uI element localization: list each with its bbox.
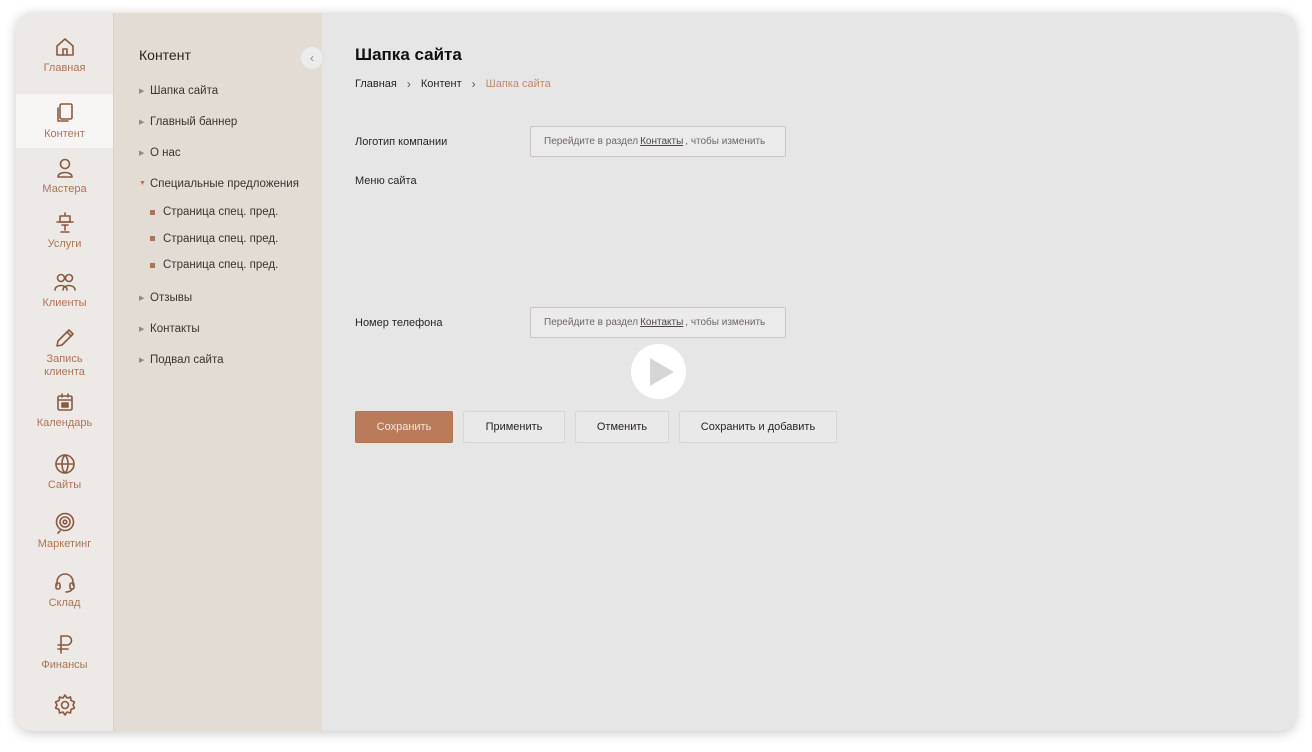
phone-hint-suffix: , чтобы изменить — [685, 317, 766, 328]
nav-item-finance[interactable]: Финансы — [16, 623, 113, 685]
nav-item-booking[interactable]: Запись клиента — [16, 320, 113, 386]
contacts-link[interactable]: Контакты — [640, 136, 683, 147]
tree-title: Контент — [139, 47, 191, 63]
person-icon — [53, 156, 77, 180]
nav-label: Мастера — [42, 183, 87, 195]
caret-down-icon: ▼ — [139, 180, 146, 187]
save-button[interactable]: Сохранить — [355, 411, 453, 443]
app-window: Главная Контент Мастера Услуги Клиенты З… — [16, 13, 1296, 731]
save-and-add-button[interactable]: Сохранить и добавить — [679, 411, 837, 443]
nav-label: Маркетинг — [37, 538, 92, 550]
gear-icon — [53, 693, 77, 717]
cancel-button[interactable]: Отменить — [575, 411, 669, 443]
tree-item-label: Главный баннер — [150, 115, 238, 128]
people-icon — [53, 270, 77, 294]
tree-subitem-label: Страница спец. пред. — [163, 206, 279, 219]
nav-label: Запись клиента — [44, 353, 85, 378]
nav-label: Услуги — [47, 238, 82, 250]
phone-hint-text: Перейдите в раздел — [544, 317, 639, 328]
play-video-button[interactable] — [631, 344, 686, 399]
nav-label: Финансы — [41, 659, 88, 671]
breadcrumb: Главная › Контент › Шапка сайта — [355, 77, 1296, 91]
tree-item-main-banner[interactable]: ▶ Главный баннер — [139, 106, 322, 137]
nav-label: Главная — [43, 62, 86, 74]
nav-item-sites[interactable]: Сайты — [16, 444, 113, 503]
page-title: Шапка сайта — [355, 45, 462, 64]
contacts-link[interactable]: Контакты — [640, 317, 683, 328]
logo-hint-text: Перейдите в раздел — [544, 136, 639, 147]
breadcrumb-content[interactable]: Контент — [421, 78, 462, 90]
tree-subitem-offer-page[interactable]: Страница спец. пред. — [139, 252, 322, 279]
target-icon — [53, 511, 77, 535]
nav-label: Контент — [44, 128, 85, 140]
nav-item-settings[interactable] — [16, 685, 113, 725]
caret-right-icon: ▶ — [139, 295, 145, 302]
caret-right-icon: ▶ — [139, 87, 145, 95]
nav-item-calendar[interactable]: Календарь — [16, 386, 113, 444]
tree-item-contacts[interactable]: ▶ Контакты — [139, 314, 322, 345]
tree-item-special-offers[interactable]: ▼ Специальные предложения — [139, 168, 322, 199]
tree-subitem-offer-page[interactable]: Страница спец. пред. — [139, 199, 322, 226]
caret-right-icon: ▶ — [139, 149, 145, 157]
main-content: Шапка сайта Главная › Контент › Шапка са… — [322, 13, 1296, 731]
logo-field-row: Логотип компании Перейдите в раздел Конт… — [355, 126, 786, 157]
tree-item-about[interactable]: ▶ О нас — [139, 137, 322, 168]
tree-subitem-label: Страница спец. пред. — [163, 259, 279, 272]
collapse-panel-button[interactable]: ‹ — [300, 46, 324, 70]
nav-label: Сайты — [47, 479, 82, 491]
tree-subitem-offer-page[interactable]: Страница спец. пред. — [139, 226, 322, 253]
chevron-left-icon: ‹ — [310, 51, 314, 65]
headset-icon — [53, 570, 77, 594]
breadcrumb-current: Шапка сайта — [485, 78, 551, 90]
pencil-icon — [53, 326, 77, 350]
nav-item-masters[interactable]: Мастера — [16, 148, 113, 202]
phone-field[interactable]: Перейдите в раздел Контакты , чтобы изме… — [530, 307, 786, 338]
home-icon — [53, 35, 77, 59]
nav-label: Клиенты — [42, 297, 87, 309]
bullet-icon — [150, 209, 155, 215]
tree-item-label: Подвал сайта — [150, 354, 224, 366]
phone-field-row: Номер телефона Перейдите в раздел Контак… — [355, 307, 786, 338]
nav-item-home[interactable]: Главная — [16, 35, 113, 94]
nav-label: Склад — [48, 597, 81, 609]
breadcrumb-separator: › — [406, 77, 411, 91]
ruble-icon — [53, 632, 77, 656]
nav-item-marketing[interactable]: Маркетинг — [16, 503, 113, 562]
tree-subitem-label: Страница спец. пред. — [163, 232, 279, 245]
tree-item-footer[interactable]: ▶ Подвал сайта — [139, 345, 322, 376]
apply-button[interactable]: Применить — [463, 411, 565, 443]
tree-item-label: Контакты — [150, 323, 200, 335]
tree-item-reviews[interactable]: ▶ Отзывы — [139, 283, 322, 314]
nav-item-clients[interactable]: Клиенты — [16, 261, 113, 320]
nav-item-content[interactable]: Контент — [16, 94, 113, 148]
tree-item-header[interactable]: ▶ Шапка сайта — [139, 75, 322, 106]
tree-item-label: Шапка сайта — [150, 84, 219, 97]
nav-item-warehouse[interactable]: Склад — [16, 562, 113, 623]
nav-label: Календарь — [36, 417, 93, 429]
phone-label: Номер телефона — [355, 316, 443, 329]
tree-item-label: Специальные предложения — [150, 177, 299, 190]
tree-item-label: О нас — [150, 146, 181, 159]
chair-icon — [53, 211, 77, 235]
caret-right-icon: ▶ — [139, 118, 145, 126]
bullet-icon — [150, 236, 155, 242]
breadcrumb-home[interactable]: Главная — [355, 78, 397, 90]
logo-field[interactable]: Перейдите в раздел Контакты , чтобы изме… — [530, 126, 786, 157]
logo-label: Логотип компании — [355, 135, 448, 148]
form-actions: Сохранить Применить Отменить Сохранить и… — [355, 411, 837, 443]
breadcrumb-separator: › — [471, 77, 476, 91]
calendar-icon — [53, 390, 77, 414]
pages-icon — [53, 101, 77, 125]
globe-icon — [53, 452, 77, 476]
nav-item-services[interactable]: Услуги — [16, 202, 113, 261]
tree-item-label: Отзывы — [150, 292, 193, 304]
main-nav: Главная Контент Мастера Услуги Клиенты З… — [16, 13, 114, 731]
logo-hint-suffix: , чтобы изменить — [685, 136, 766, 147]
play-icon — [649, 357, 674, 386]
menu-label: Меню сайта — [355, 175, 417, 187]
caret-right-icon: ▶ — [139, 357, 145, 364]
bullet-icon — [150, 262, 155, 268]
caret-right-icon: ▶ — [139, 326, 145, 333]
content-tree-panel: Контент ‹ ▶ Шапка сайта ▶ Главный баннер… — [114, 13, 324, 731]
